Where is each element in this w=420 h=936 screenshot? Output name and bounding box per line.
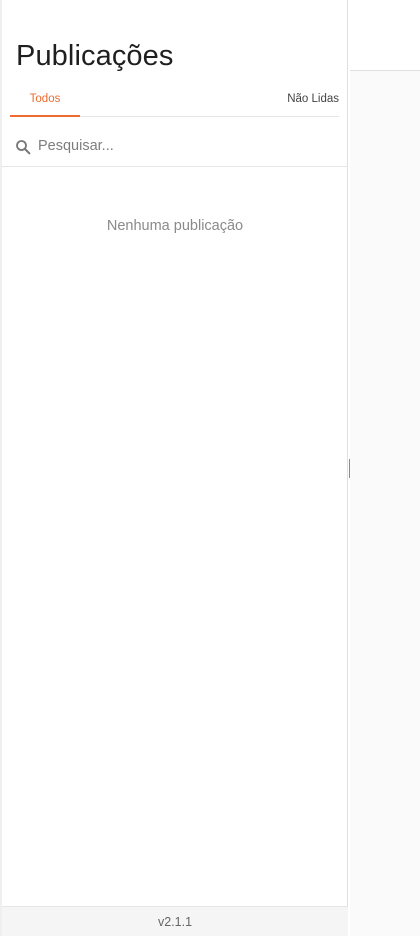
tab-all[interactable]: Todos [10, 82, 80, 117]
empty-state-message: Nenhuma publicação [106, 218, 244, 234]
tab-unread[interactable]: Não Lidas [267, 82, 339, 116]
tab-all-label: Todos [29, 93, 61, 105]
publication-tabs: Todos Não Lidas [10, 82, 339, 117]
active-tab-indicator [10, 115, 80, 117]
app-window: Publicações Todos Não Lidas Nenhuma publ… [0, 0, 420, 936]
publications-sidebar: Publicações Todos Não Lidas Nenhuma publ… [0, 0, 348, 936]
search-icon [16, 140, 31, 155]
version-label: v2.1.1 [157, 915, 193, 929]
version-footer: v2.1.1 [2, 906, 348, 936]
main-content-panel [350, 0, 420, 936]
page-title: Publicações [16, 40, 174, 73]
search-input[interactable] [38, 134, 333, 158]
main-header [350, 0, 420, 71]
tab-unread-label: Não Lidas [287, 93, 339, 105]
search-bar [2, 126, 348, 167]
